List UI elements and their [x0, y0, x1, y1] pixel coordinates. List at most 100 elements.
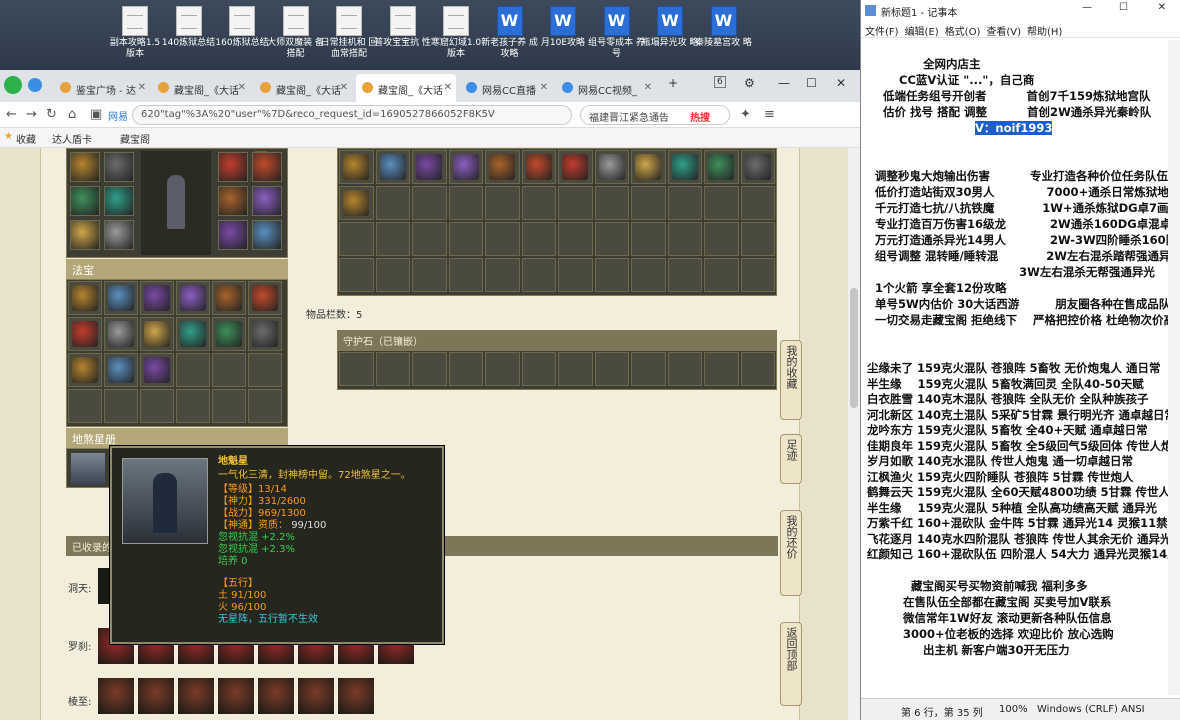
- inventory-slot[interactable]: [412, 186, 447, 220]
- guard-stone-slot[interactable]: [558, 352, 593, 386]
- inventory-slot[interactable]: [521, 258, 556, 292]
- desktop-file-icon[interactable]: 普攻宝宝抗 性: [374, 6, 432, 49]
- notepad-menu-item[interactable]: 查看(V): [986, 27, 1021, 38]
- desktop-file-icon[interactable]: 大师双魔装 备搭配: [267, 6, 325, 60]
- fabao-slot[interactable]: [212, 317, 246, 351]
- browser-tab[interactable]: 藏宝阁_《大话 ✕: [356, 74, 456, 102]
- close-icon[interactable]: ✕: [1158, 2, 1166, 13]
- inventory-slot[interactable]: [558, 186, 593, 220]
- inventory-slot[interactable]: [631, 150, 666, 184]
- inventory-slot[interactable]: [594, 186, 629, 220]
- inventory-slot[interactable]: [448, 150, 483, 184]
- home-icon[interactable]: ⌂: [68, 107, 76, 122]
- browser-tab[interactable]: 鉴宝广场 - 达 ✕: [54, 74, 150, 102]
- scrollbar-thumb[interactable]: [850, 288, 858, 408]
- guard-stone-slot[interactable]: [485, 352, 520, 386]
- tab-close-icon[interactable]: ✕: [340, 82, 348, 93]
- inventory-slot[interactable]: [485, 186, 520, 220]
- browser-tab[interactable]: 藏宝阁_《大话 ✕: [254, 74, 352, 102]
- add-tab-icon[interactable]: +: [668, 76, 678, 90]
- inventory-slot[interactable]: [631, 222, 666, 256]
- inventory-slot[interactable]: [740, 222, 775, 256]
- inventory-slot[interactable]: [521, 186, 556, 220]
- inventory-slot[interactable]: [704, 186, 739, 220]
- equipment-slot[interactable]: [252, 186, 282, 216]
- collected-item[interactable]: [138, 678, 174, 714]
- collected-item[interactable]: [258, 678, 294, 714]
- inventory-slot[interactable]: [740, 186, 775, 220]
- fabao-slot[interactable]: [140, 317, 174, 351]
- notepad-scrollbar[interactable]: [1168, 40, 1180, 695]
- equipment-slot[interactable]: [70, 152, 100, 182]
- notepad-menu-item[interactable]: 格式(O): [945, 27, 981, 38]
- guard-stone-slot[interactable]: [521, 352, 556, 386]
- tab-close-icon[interactable]: ✕: [138, 82, 146, 93]
- inventory-slot[interactable]: [704, 150, 739, 184]
- wallet-icon[interactable]: ▣: [90, 107, 102, 122]
- inventory-slot[interactable]: [339, 258, 374, 292]
- inventory-slot[interactable]: [485, 222, 520, 256]
- inventory-slot[interactable]: [558, 150, 593, 184]
- bookmark-item[interactable]: 达人盾卡: [52, 131, 92, 146]
- guard-stone-slot[interactable]: [740, 352, 775, 386]
- guard-stone-slot[interactable]: [339, 352, 374, 386]
- fabao-slot[interactable]: [176, 281, 210, 315]
- inventory-slot[interactable]: [558, 258, 593, 292]
- guard-stone-slot[interactable]: [375, 352, 410, 386]
- fabao-slot[interactable]: [176, 389, 210, 423]
- bookmark-item[interactable]: 收藏: [16, 131, 36, 146]
- fabao-slot[interactable]: [140, 389, 174, 423]
- notepad-text-area[interactable]: 全网内店主 CC蓝V认证 "..."，自己商 低端任务组号开创者 首创7千159…: [867, 40, 1179, 695]
- equipment-slot[interactable]: [252, 152, 282, 182]
- collected-item[interactable]: [178, 678, 214, 714]
- collected-item[interactable]: [298, 678, 334, 714]
- tab-count-badge[interactable]: 6: [714, 76, 726, 88]
- inventory-slot[interactable]: [485, 258, 520, 292]
- inventory-slot[interactable]: [667, 258, 702, 292]
- desktop-file-icon[interactable]: 日常挂机和 回血常搭配: [320, 6, 378, 60]
- forward-icon[interactable]: →: [26, 107, 37, 122]
- desktop-file-icon[interactable]: W 瓶塌异光攻 略: [641, 6, 699, 49]
- inventory-slot[interactable]: [485, 150, 520, 184]
- browser-tab[interactable]: 藏宝阁_《大话 ✕: [152, 74, 250, 102]
- fabao-slot[interactable]: [68, 281, 102, 315]
- fabao-slot[interactable]: [212, 281, 246, 315]
- refresh-icon[interactable]: ↻: [46, 107, 57, 122]
- tab-close-icon[interactable]: ✕: [644, 82, 652, 93]
- equipment-slot[interactable]: [218, 220, 248, 250]
- pet-portrait[interactable]: [71, 453, 105, 485]
- fabao-slot[interactable]: [140, 281, 174, 315]
- equipment-slot[interactable]: [104, 220, 134, 250]
- extension-icon[interactable]: ✦: [740, 107, 751, 122]
- inventory-slot[interactable]: [594, 258, 629, 292]
- fabao-slot[interactable]: [140, 353, 174, 387]
- fabao-slot[interactable]: [212, 353, 246, 387]
- back-icon[interactable]: ←: [6, 107, 17, 122]
- inventory-slot[interactable]: [448, 186, 483, 220]
- inventory-slot[interactable]: [339, 186, 374, 220]
- maximize-icon[interactable]: ☐: [806, 76, 817, 90]
- fabao-slot[interactable]: [248, 353, 282, 387]
- fabao-slot[interactable]: [104, 317, 138, 351]
- desktop-file-icon[interactable]: W 组号零成本 养号: [588, 6, 646, 60]
- inventory-slot[interactable]: [339, 150, 374, 184]
- pin-icon[interactable]: [28, 78, 42, 92]
- notepad-menu-item[interactable]: 编辑(E): [905, 27, 939, 38]
- guard-stone-slot[interactable]: [667, 352, 702, 386]
- inventory-slot[interactable]: [412, 222, 447, 256]
- fabao-slot[interactable]: [104, 281, 138, 315]
- tab-close-icon[interactable]: ✕: [540, 82, 548, 93]
- close-icon[interactable]: ✕: [836, 76, 846, 90]
- fabao-slot[interactable]: [68, 317, 102, 351]
- desktop-file-icon[interactable]: 寒窟幻域1.0 版本: [427, 6, 485, 60]
- equipment-slot[interactable]: [252, 220, 282, 250]
- guard-stone-slot[interactable]: [448, 352, 483, 386]
- inventory-slot[interactable]: [375, 258, 410, 292]
- equipment-slot[interactable]: [70, 220, 100, 250]
- desktop-file-icon[interactable]: W 秦陵墓宫攻 略: [695, 6, 753, 49]
- guard-stone-slot[interactable]: [594, 352, 629, 386]
- equipment-slot[interactable]: [218, 186, 248, 216]
- fabao-slot[interactable]: [68, 389, 102, 423]
- collected-item[interactable]: [98, 678, 134, 714]
- settings-icon[interactable]: ⚙: [744, 76, 755, 90]
